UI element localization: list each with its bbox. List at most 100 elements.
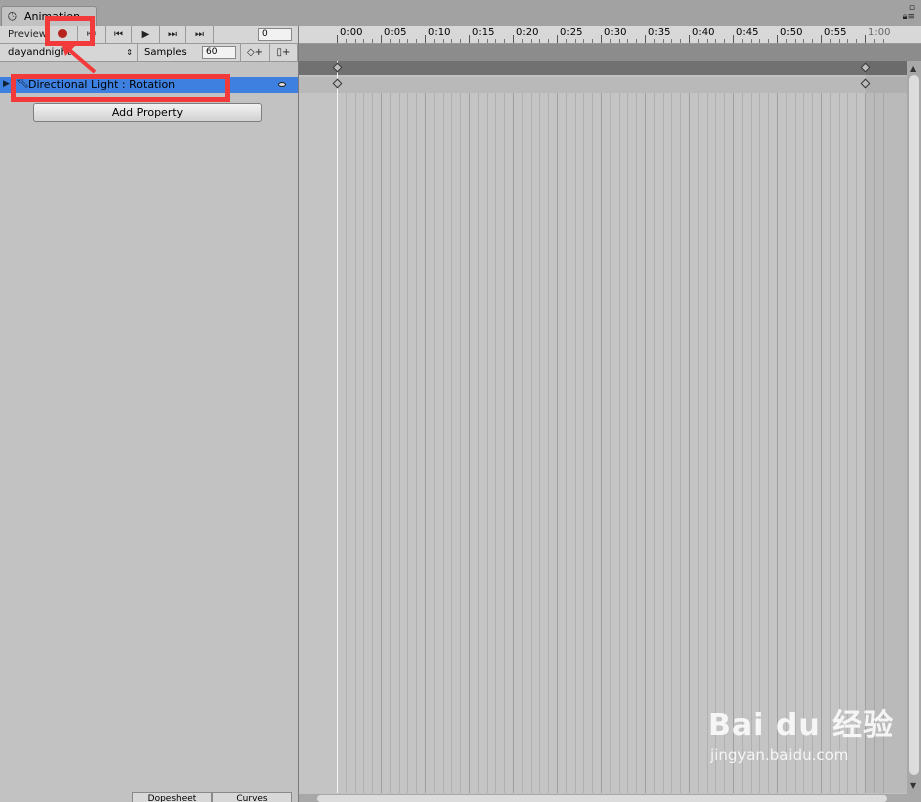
grid-line [741,93,743,793]
ruler-minor-tick [416,39,418,43]
ruler-tick [557,35,558,43]
scroll-down-icon[interactable]: ▼ [910,781,916,790]
dropdown-arrow-icon: ⇕ [126,48,133,57]
grid-line [838,93,840,793]
ruler-minor-tick [803,39,805,43]
ruler-tick [601,35,602,43]
samples-label: Samples [144,47,187,58]
ruler-tick [777,35,778,43]
ruler-minor-tick [706,39,708,43]
ruler-minor-tick [372,39,374,43]
ruler-minor-tick [530,39,532,43]
ruler-minor-tick [565,39,567,43]
vertical-scrollbar[interactable]: ▲ ▼ [907,61,921,794]
ruler-minor-tick [653,39,655,43]
ruler-tick-label: 0:55 [824,27,847,38]
ruler-minor-tick [609,39,611,43]
vertical-scroll-thumb[interactable] [909,75,919,775]
grid-line [574,93,576,793]
playhead-line[interactable] [337,61,338,793]
ruler-tick-label: 1:00 [868,27,891,38]
grid-line [477,93,479,793]
grid-line [706,93,708,793]
grid-line [513,93,514,793]
grid-line [777,93,778,793]
property-track[interactable] [299,77,907,93]
last-key-button[interactable]: ⏭ [186,26,214,43]
add-keyframe-button[interactable]: ◇+ [240,44,270,61]
menu-icon[interactable]: ≡ [907,12,915,22]
property-options-icon[interactable] [278,82,286,87]
samples-field[interactable]: 60 [202,46,236,59]
grid-line [821,93,822,793]
ruler-tick-label: 0:45 [736,27,759,38]
ruler-minor-tick [407,39,409,43]
time-ruler[interactable]: 0:00 0:05 0:10 0:15 0:20 0:25 0:30 0:35 0:40 0:45… [299,26,921,44]
grid-line [363,93,365,793]
window-controls[interactable]: ▫ 🔒︎≡ [903,4,915,22]
ruler-tick [513,35,514,43]
ruler-tick [381,35,382,43]
add-event-button[interactable]: ▯+ [270,44,298,61]
grid-line [495,93,497,793]
grid-line [381,93,382,793]
grid-line [724,93,726,793]
ruler-minor-tick [882,39,884,43]
next-key-icon: ⏭ [168,29,177,40]
tab-dopesheet[interactable]: Dopesheet [132,792,212,802]
ruler-minor-tick [847,39,849,43]
horizontal-scroll-thumb[interactable] [317,795,887,802]
clip-toolbar: dayandnight ⇕ Samples 60 ◇+ ▯+ [0,44,298,62]
grid-line [416,93,418,793]
ruler-tick-label: 0:05 [384,27,407,38]
summary-track[interactable] [299,61,907,75]
grid-line [372,93,374,793]
tab-curves[interactable]: Curves [212,792,292,802]
grid-line [715,93,717,793]
grid-line [407,93,409,793]
grid-line [829,93,831,793]
grid-line [557,93,558,793]
ruler-tick [689,35,690,43]
grid-line [442,93,444,793]
grid-line [609,93,611,793]
watermark-url: jingyan.baidu.com [710,746,849,764]
ruler-minor-tick [345,39,347,43]
ruler-minor-tick [592,39,594,43]
play-button[interactable]: ▶ [132,26,160,43]
grid-line [856,93,858,793]
window-tab-bar: 🕒︎ Animation ▫ 🔒︎≡ [0,0,921,26]
clip-end-region [866,61,907,793]
ruler-minor-tick [680,39,682,43]
dopesheet-grid[interactable] [299,93,907,793]
dopesheet-header [299,44,921,61]
ruler-tick-label: 0:40 [692,27,715,38]
current-frame-field[interactable]: 0 [258,28,292,41]
ruler-minor-tick [521,39,523,43]
ruler-minor-tick [750,39,752,43]
prev-key-button[interactable]: ⏮ [106,26,132,43]
grid-line [486,93,488,793]
preview-button[interactable]: Preview [0,26,48,43]
horizontal-scrollbar[interactable] [299,794,921,802]
grid-line [601,93,602,793]
grid-line [794,93,796,793]
ruler-tick-label: 0:50 [780,27,803,38]
scroll-up-icon[interactable]: ▲ [910,64,916,73]
ruler-tick-label: 0:10 [428,27,451,38]
ruler-tick [337,35,338,43]
last-key-icon: ⏭ [195,29,204,40]
watermark-brand: Bai du 经验 [708,708,895,743]
add-property-button[interactable]: Add Property [33,103,262,122]
grid-line [803,93,805,793]
expand-arrow-icon[interactable]: ▶ [3,79,10,89]
grid-line [689,93,690,793]
play-icon: ▶ [141,29,150,40]
ruler-minor-tick [671,39,673,43]
grid-line [768,93,770,793]
ruler-minor-tick [759,39,761,43]
grid-line [636,93,638,793]
next-key-button[interactable]: ⏭ [160,26,186,43]
grid-line [389,93,391,793]
ruler-minor-tick [636,39,638,43]
